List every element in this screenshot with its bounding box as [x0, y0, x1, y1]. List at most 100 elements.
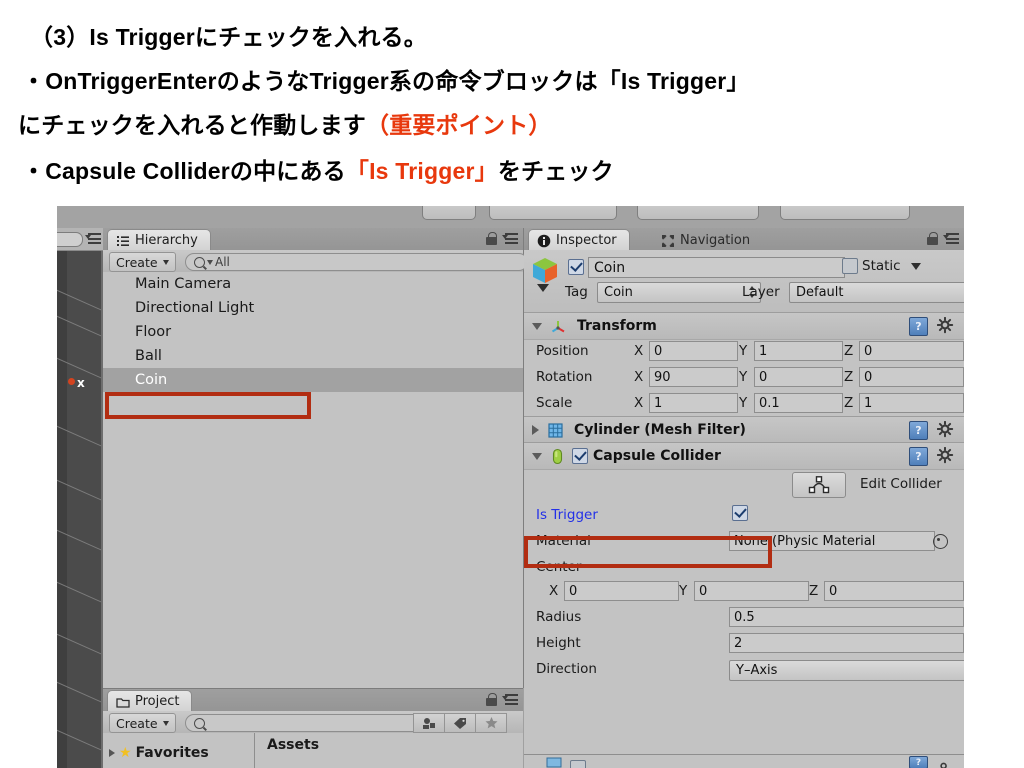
hierarchy-search-input[interactable]: All: [185, 253, 528, 271]
help-book-icon[interactable]: ?: [909, 421, 928, 440]
hierarchy-item-floor[interactable]: Floor: [103, 320, 523, 344]
tab-hierarchy[interactable]: Hierarchy: [107, 229, 211, 251]
unity-editor-screenshot: x Hierarchy Create All Main Camera Direc…: [57, 206, 964, 768]
rotation-y-input[interactable]: 0: [754, 367, 843, 387]
rotation-label: Rotation: [536, 369, 593, 385]
center-x-input[interactable]: 0: [564, 581, 679, 601]
hierarchy-list[interactable]: Main Camera Directional Light Floor Ball…: [103, 272, 523, 688]
direction-dropdown[interactable]: Y–Axis: [729, 660, 964, 681]
help-book-icon[interactable]: ?: [909, 317, 928, 336]
tag-dropdown[interactable]: Coin: [597, 282, 761, 303]
project-search-input[interactable]: [185, 714, 423, 732]
position-z-input[interactable]: 0: [859, 341, 964, 361]
rotation-x-input[interactable]: 90: [649, 367, 738, 387]
axis-label-y: Y: [739, 343, 748, 359]
transform-position-row: Position X 0 Y 1 Z 0: [524, 338, 964, 364]
project-create-button[interactable]: Create: [109, 713, 176, 733]
scene-panel-menu-icon[interactable]: [85, 233, 101, 244]
help-book-icon[interactable]: ?: [909, 756, 928, 768]
component-header-mesh-filter[interactable]: Cylinder (Mesh Filter) ?: [524, 416, 964, 444]
folder-icon: [116, 695, 130, 709]
hierarchy-item-main-camera[interactable]: Main Camera: [103, 272, 523, 296]
center-z-input[interactable]: 0: [824, 581, 964, 601]
project-filter-by-label-button[interactable]: [444, 713, 476, 733]
gameobject-name-input[interactable]: Coin: [588, 257, 845, 278]
tag-label: Tag: [565, 284, 588, 300]
component-header-transform[interactable]: Transform ?: [524, 312, 964, 340]
chevron-down-icon: [162, 259, 169, 265]
capsule-collider-enabled-checkbox[interactable]: [572, 448, 588, 464]
gear-icon[interactable]: [937, 756, 954, 768]
gear-icon[interactable]: [936, 420, 954, 438]
toolbar-button-1[interactable]: [422, 206, 476, 220]
scale-x-input[interactable]: 1: [649, 393, 738, 413]
edit-collider-button[interactable]: [792, 472, 846, 498]
toolbar-button-3[interactable]: [637, 206, 759, 220]
scene-view-sliver[interactable]: x: [57, 228, 103, 768]
inspector-lock-icon[interactable]: [927, 232, 938, 245]
object-picker-icon[interactable]: [933, 534, 948, 549]
component-header-partial[interactable]: ?: [524, 754, 964, 768]
material-object-field[interactable]: None (Physic Material: [729, 531, 935, 551]
scale-z-value: 1: [864, 395, 873, 411]
component-header-capsule-collider[interactable]: Capsule Collider ?: [524, 442, 964, 470]
caption-line-4: ・Capsule Colliderの中にある「Is Trigger」をチェック: [22, 152, 614, 186]
project-panel-menu-icon[interactable]: [502, 694, 518, 705]
project-favorites-button[interactable]: [475, 713, 507, 733]
component-enabled-checkbox-partial[interactable]: [570, 757, 586, 768]
list-item-label: Coin: [135, 372, 168, 388]
hierarchy-item-directional-light[interactable]: Directional Light: [103, 296, 523, 320]
chevron-right-icon[interactable]: [532, 425, 539, 435]
tab-project-label: Project: [135, 694, 180, 709]
toolbar-button-2[interactable]: [489, 206, 617, 220]
prefab-dropdown-icon[interactable]: [537, 284, 549, 292]
chevron-down-icon[interactable]: [532, 452, 542, 460]
material-label: Material: [536, 533, 591, 549]
chevron-down-icon[interactable]: [910, 262, 921, 270]
scale-z-input[interactable]: 1: [859, 393, 964, 413]
caption-line-2: ・OnTriggerEnterのようなTrigger系の命令ブロックは「Is T…: [22, 68, 750, 94]
scene-search-pill[interactable]: [57, 232, 83, 247]
center-y-input[interactable]: 0: [694, 581, 809, 601]
help-book-icon[interactable]: ?: [909, 447, 928, 466]
hierarchy-panel-menu-icon[interactable]: [502, 233, 518, 244]
tab-project[interactable]: Project: [107, 690, 193, 712]
tab-navigation[interactable]: Navigation: [652, 229, 763, 251]
gameobject-enabled-checkbox[interactable]: [568, 259, 584, 279]
position-y-input[interactable]: 1: [754, 341, 843, 361]
hierarchy-item-coin[interactable]: Coin: [103, 368, 523, 392]
chevron-down-icon[interactable]: [532, 322, 542, 330]
layer-dropdown[interactable]: Default: [789, 282, 964, 303]
component-title-mesh-filter: Cylinder (Mesh Filter): [574, 422, 746, 438]
radius-input[interactable]: 0.5: [729, 607, 964, 627]
component-title-transform: Transform: [577, 318, 657, 334]
is-trigger-checkbox[interactable]: [732, 505, 748, 525]
gear-icon[interactable]: [936, 316, 954, 334]
checkbox-icon: [570, 760, 586, 768]
rotation-x-value: 90: [654, 369, 671, 385]
tab-inspector[interactable]: Inspector: [528, 229, 630, 251]
hierarchy-item-ball[interactable]: Ball: [103, 344, 523, 368]
project-tabbar: Project: [103, 689, 523, 712]
inspector-panel-menu-icon[interactable]: [943, 233, 959, 244]
height-value: 2: [734, 635, 743, 651]
scale-y-input[interactable]: 0.1: [754, 393, 843, 413]
edit-collider-row: Edit Collider: [524, 470, 964, 500]
project-lock-icon[interactable]: [486, 693, 497, 706]
edit-collider-label: Edit Collider: [860, 476, 942, 492]
hierarchy-toolbar: Create All: [103, 250, 528, 273]
gear-icon[interactable]: [936, 446, 954, 464]
scene-axis-label-x: x: [77, 376, 85, 390]
rotation-z-input[interactable]: 0: [859, 367, 964, 387]
checkbox-icon: [842, 258, 858, 274]
toolbar-button-4[interactable]: [780, 206, 910, 220]
project-favorites-row[interactable]: ★ Favorites: [103, 733, 255, 768]
static-toggle[interactable]: Static: [842, 258, 921, 274]
caption-line-4-tail: をチェック: [497, 158, 614, 184]
height-input[interactable]: 2: [729, 633, 964, 653]
hierarchy-lock-icon[interactable]: [486, 232, 497, 245]
hierarchy-create-button[interactable]: Create: [109, 252, 176, 272]
position-x-input[interactable]: 0: [649, 341, 738, 361]
project-filter-by-type-button[interactable]: [413, 713, 445, 733]
search-icon: [194, 256, 205, 268]
